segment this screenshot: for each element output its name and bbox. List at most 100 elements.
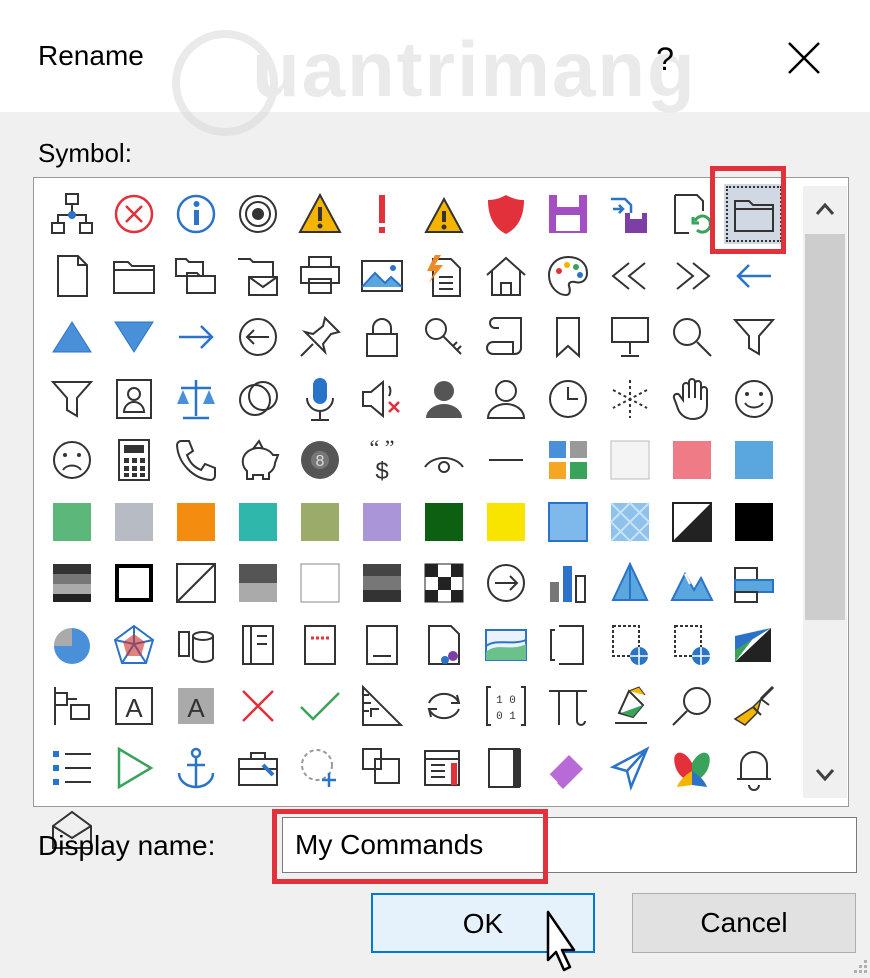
search-icon[interactable] [662,307,722,367]
filter-icon[interactable] [724,307,784,367]
pi-icon[interactable] [538,676,598,736]
filter-2-icon[interactable] [42,369,102,429]
double-arrow-right-icon[interactable] [662,246,722,306]
folder-copy-icon[interactable] [166,246,226,306]
home-icon[interactable] [476,246,536,306]
checkerboard-icon[interactable] [414,553,474,613]
document-user-icon[interactable] [414,615,474,675]
square-pattern-icon[interactable] [600,492,660,552]
text-box-gray-icon[interactable]: A [166,676,226,736]
eraser-icon[interactable] [538,738,598,798]
key-icon[interactable] [414,307,474,367]
copy-doc-icon[interactable] [352,738,412,798]
warning-icon[interactable] [290,184,350,244]
clock-icon[interactable] [538,369,598,429]
bookmark-icon[interactable] [538,307,598,367]
symbol-grid[interactable]: 8 “ ” $ A A 1 00 1 [42,184,802,849]
scroll-up-button[interactable] [803,186,847,232]
notebook-icon[interactable] [228,615,288,675]
shield-icon[interactable] [476,184,536,244]
book-icon[interactable] [290,615,350,675]
binary-icon[interactable]: 1 00 1 [476,676,536,736]
microphone-icon[interactable] [290,369,350,429]
bell-icon[interactable] [724,738,784,798]
radar-icon[interactable] [104,615,164,675]
gradient-dark-icon[interactable] [352,553,412,613]
butterfly-icon[interactable] [662,738,722,798]
database-icon[interactable] [166,615,226,675]
calculator-icon[interactable] [104,430,164,490]
square-gray-icon[interactable] [104,492,164,552]
triangle-down-icon[interactable] [104,307,164,367]
snowflake-icon[interactable] [600,369,660,429]
document-globe-2-icon[interactable] [662,615,722,675]
square-blue-icon[interactable] [724,430,784,490]
target-icon[interactable] [228,184,288,244]
ball-8-icon[interactable]: 8 [290,430,350,490]
square-orange-icon[interactable] [166,492,226,552]
scroll-thumb[interactable] [805,234,845,620]
magnifier-icon[interactable] [662,676,722,736]
document-lightning-icon[interactable] [414,246,474,306]
bucket-icon[interactable] [600,676,660,736]
bracket-document-icon[interactable] [538,615,598,675]
volume-mute-icon[interactable] [352,369,412,429]
eye-icon[interactable] [414,430,474,490]
printer-icon[interactable] [290,246,350,306]
landscape-icon[interactable] [476,615,536,675]
double-arrow-left-icon[interactable] [600,246,660,306]
text-box-icon[interactable]: A [104,676,164,736]
exclamation-icon[interactable] [352,184,412,244]
lock-icon[interactable] [352,307,412,367]
user-filled-icon[interactable] [414,369,474,429]
palette-icon[interactable] [538,246,598,306]
frown-icon[interactable] [42,430,102,490]
save-transfer-icon[interactable] [600,184,660,244]
user-icon[interactable] [476,369,536,429]
phone-icon[interactable] [166,430,226,490]
square-green-icon[interactable] [42,492,102,552]
document-globe-icon[interactable] [600,615,660,675]
play-triangle-icon[interactable] [104,738,164,798]
folder-icon[interactable] [104,246,164,306]
pin-icon[interactable] [290,307,350,367]
cancel-button[interactable]: Cancel [632,893,856,953]
close-button[interactable] [772,30,836,86]
folder-mail-icon[interactable] [228,246,288,306]
piggy-bank-icon[interactable] [228,430,288,490]
square-light-blue-icon[interactable] [538,492,598,552]
prism-icon[interactable] [600,553,660,613]
presentation-icon[interactable] [600,307,660,367]
triangle-up-icon[interactable] [42,307,102,367]
save-purple-icon[interactable] [538,184,598,244]
square-yellow-icon[interactable] [476,492,536,552]
quote-dollar-icon[interactable]: “ ” $ [352,430,412,490]
circle-arrow-left-icon[interactable] [228,307,288,367]
notebook-2-icon[interactable] [476,738,536,798]
error-circle-icon[interactable] [104,184,164,244]
arrow-right-icon[interactable] [166,307,226,367]
gradient-gray-icon[interactable] [42,553,102,613]
paper-plane-icon[interactable] [600,738,660,798]
document-icon[interactable] [42,246,102,306]
gradient-gray-2-icon[interactable] [228,553,288,613]
info-circle-icon[interactable] [166,184,226,244]
square-dark-green-icon[interactable] [414,492,474,552]
diagonal-banner-icon[interactable] [724,615,784,675]
resize-grip-icon[interactable] [850,958,868,976]
help-button[interactable]: ? [640,34,690,84]
calendar-doc-icon[interactable] [414,738,474,798]
arrow-left-icon[interactable] [724,246,784,306]
document-lines-icon[interactable] [352,615,412,675]
scales-icon[interactable] [166,369,226,429]
smile-icon[interactable] [724,369,784,429]
scrollbar[interactable] [803,186,847,798]
stack-boxes-icon[interactable] [724,553,784,613]
mountains-icon[interactable] [662,553,722,613]
ruler-icon[interactable] [352,676,412,736]
contact-card-icon[interactable] [104,369,164,429]
scroll-icon[interactable] [476,307,536,367]
square-black-icon[interactable] [724,492,784,552]
anchor-icon[interactable] [166,738,226,798]
square-white-2-icon[interactable] [290,553,350,613]
